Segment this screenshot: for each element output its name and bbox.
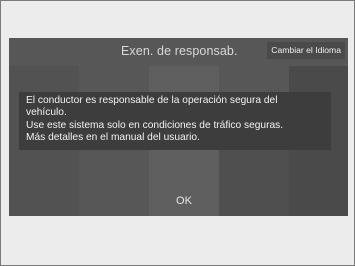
change-language-button[interactable]: Cambiar el Idioma	[267, 42, 345, 59]
message-line: vehículo.	[26, 107, 67, 119]
ok-button[interactable]: OK	[149, 186, 219, 216]
message-line: Más detalles en el manual del usuario.	[26, 132, 200, 144]
device-frame: Exen. de responsab. Cambiar el Idioma El…	[0, 0, 355, 266]
disclaimer-message: El conductor es responsable de la operac…	[19, 92, 331, 150]
message-line: Use este sistema solo en condiciones de …	[26, 119, 284, 131]
message-line: El conductor es responsable de la operac…	[26, 95, 278, 106]
title-bar: Exen. de responsab. Cambiar el Idioma	[9, 38, 348, 66]
dialog-title: Exen. de responsab.	[121, 44, 238, 58]
disclaimer-screen: Exen. de responsab. Cambiar el Idioma El…	[9, 38, 348, 216]
